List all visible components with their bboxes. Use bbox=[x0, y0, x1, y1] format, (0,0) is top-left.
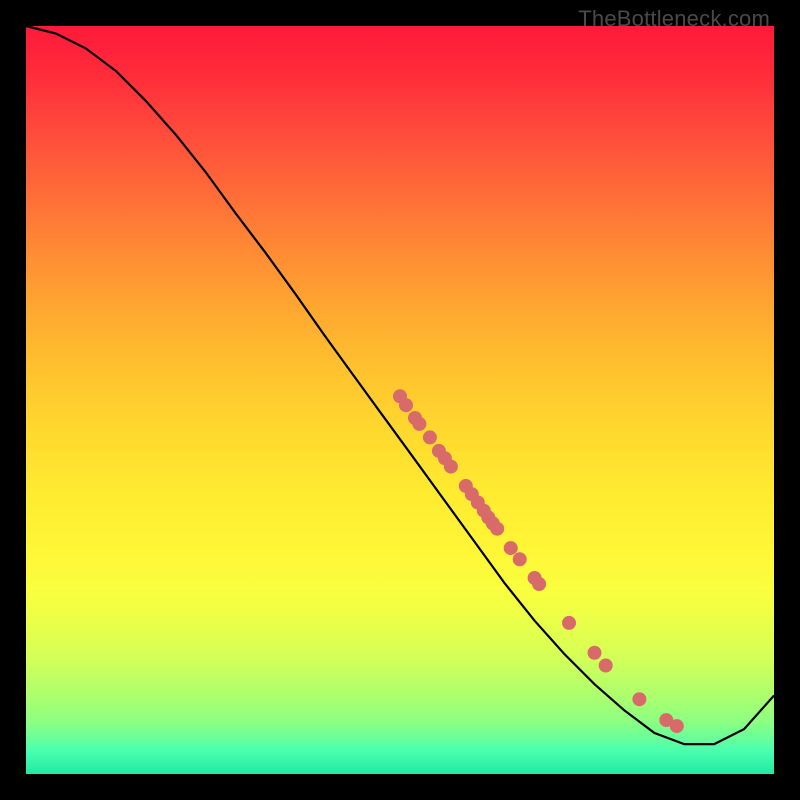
chart-svg bbox=[26, 26, 774, 774]
data-point bbox=[513, 552, 527, 566]
data-point bbox=[412, 417, 426, 431]
data-point bbox=[423, 430, 437, 444]
data-point bbox=[670, 719, 684, 733]
chart-frame: TheBottleneck.com bbox=[0, 0, 800, 800]
data-point bbox=[532, 577, 546, 591]
data-point bbox=[632, 692, 646, 706]
data-points-group bbox=[393, 389, 684, 733]
data-point bbox=[599, 659, 613, 673]
data-point bbox=[504, 541, 518, 555]
bottleneck-curve bbox=[26, 26, 774, 744]
data-point bbox=[588, 646, 602, 660]
data-point bbox=[562, 616, 576, 630]
data-point bbox=[399, 398, 413, 412]
data-point bbox=[444, 460, 458, 474]
data-point bbox=[490, 522, 504, 536]
